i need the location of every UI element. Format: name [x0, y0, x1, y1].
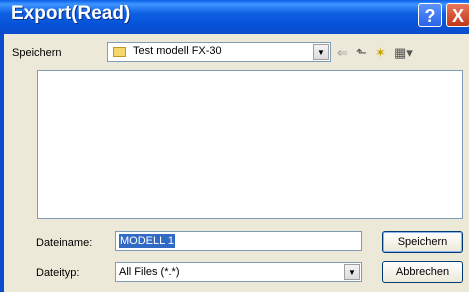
folder-icon: [113, 47, 126, 57]
cancel-button[interactable]: Abbrechen: [382, 261, 463, 283]
lookin-value: Test modell FX-30: [133, 45, 222, 57]
help-button[interactable]: ?: [418, 3, 442, 27]
filetype-label: Dateityp:: [36, 267, 80, 279]
filename-label: Dateiname:: [36, 237, 93, 249]
filetype-value: All Files (*.*): [119, 266, 180, 278]
export-dialog: Export(Read) ? X Speichern Test modell F…: [0, 0, 469, 292]
chevron-down-icon[interactable]: ▼: [344, 264, 360, 280]
view-menu-icon[interactable]: ▦▾: [394, 46, 413, 59]
save-button[interactable]: Speichern: [382, 231, 463, 253]
window-title: Export(Read): [11, 3, 131, 24]
new-folder-icon[interactable]: ✶: [375, 46, 386, 59]
filetype-combo[interactable]: All Files (*.*) ▼: [115, 262, 362, 282]
filename-value: MODELL 1: [119, 234, 176, 248]
filename-input[interactable]: MODELL 1: [115, 231, 362, 251]
back-icon[interactable]: ⇐: [337, 46, 348, 59]
lookin-label: Speichern: [12, 47, 62, 59]
up-folder-icon[interactable]: ⬑: [356, 46, 367, 59]
title-bar[interactable]: Export(Read) ? X: [0, 0, 469, 34]
window-frame-left: [0, 34, 4, 292]
chevron-down-icon[interactable]: ▼: [313, 44, 329, 60]
lookin-combo[interactable]: Test modell FX-30 ▼: [107, 42, 331, 62]
close-button[interactable]: X: [446, 3, 469, 27]
file-list[interactable]: [37, 70, 463, 219]
